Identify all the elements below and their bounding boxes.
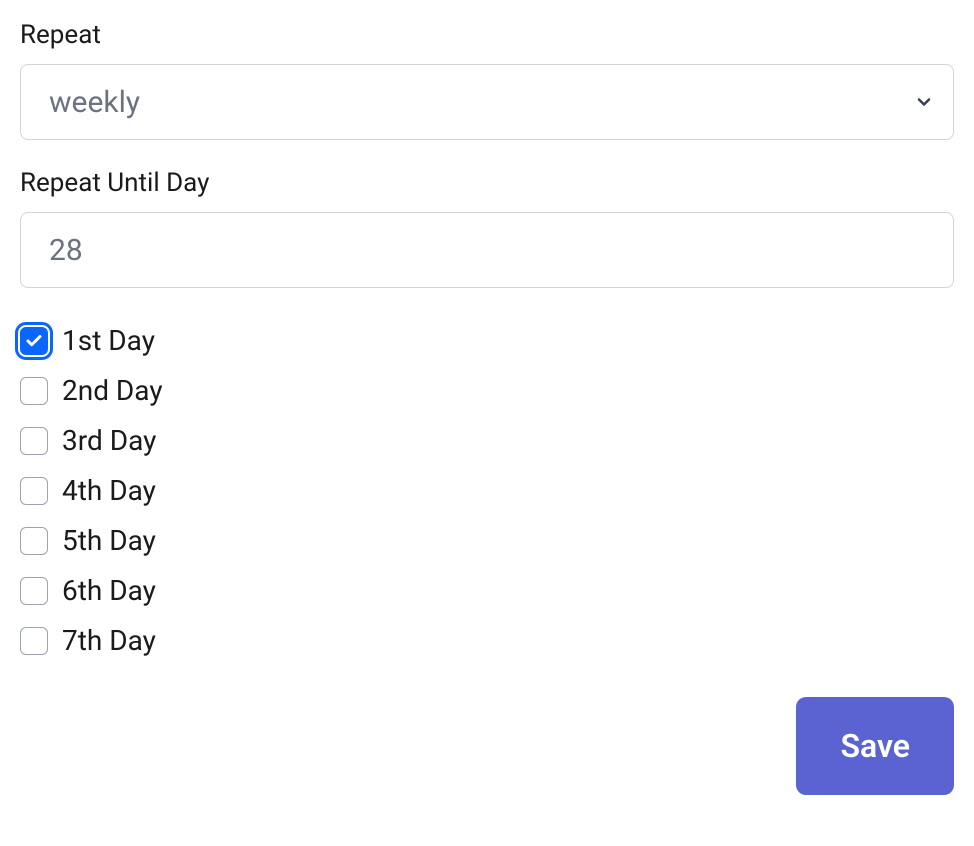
day-checkbox[interactable] (20, 527, 48, 555)
day-checkbox-row: 5th Day (20, 524, 954, 557)
day-checkbox-row: 4th Day (20, 474, 954, 507)
day-checkbox[interactable] (20, 577, 48, 605)
day-checkbox[interactable] (20, 477, 48, 505)
day-checkbox-row: 1st Day (20, 324, 954, 357)
day-checkbox-label[interactable]: 3rd Day (62, 424, 156, 457)
day-checkbox-list: 1st Day 2nd Day 3rd Day 4th Day 5th Day 6th D… (20, 324, 954, 657)
day-checkbox-label[interactable]: 7th Day (62, 624, 156, 657)
button-row: Save (20, 697, 954, 795)
day-checkbox[interactable] (20, 327, 48, 355)
day-checkbox[interactable] (20, 377, 48, 405)
day-checkbox[interactable] (20, 427, 48, 455)
day-checkbox-row: 3rd Day (20, 424, 954, 457)
day-checkbox-label[interactable]: 1st Day (62, 324, 155, 357)
repeat-select-wrapper: weekly (20, 64, 954, 140)
repeat-select[interactable]: weekly (20, 64, 954, 140)
day-checkbox-label[interactable]: 2nd Day (62, 374, 163, 407)
day-checkbox-row: 7th Day (20, 624, 954, 657)
day-checkbox[interactable] (20, 627, 48, 655)
repeat-until-label: Repeat Until Day (20, 168, 954, 198)
repeat-until-input[interactable] (20, 212, 954, 288)
day-checkbox-label[interactable]: 4th Day (62, 474, 156, 507)
repeat-label: Repeat (20, 20, 954, 50)
day-checkbox-row: 6th Day (20, 574, 954, 607)
day-checkbox-label[interactable]: 6th Day (62, 574, 156, 607)
save-button[interactable]: Save (796, 697, 954, 795)
day-checkbox-row: 2nd Day (20, 374, 954, 407)
day-checkbox-label[interactable]: 5th Day (62, 524, 156, 557)
